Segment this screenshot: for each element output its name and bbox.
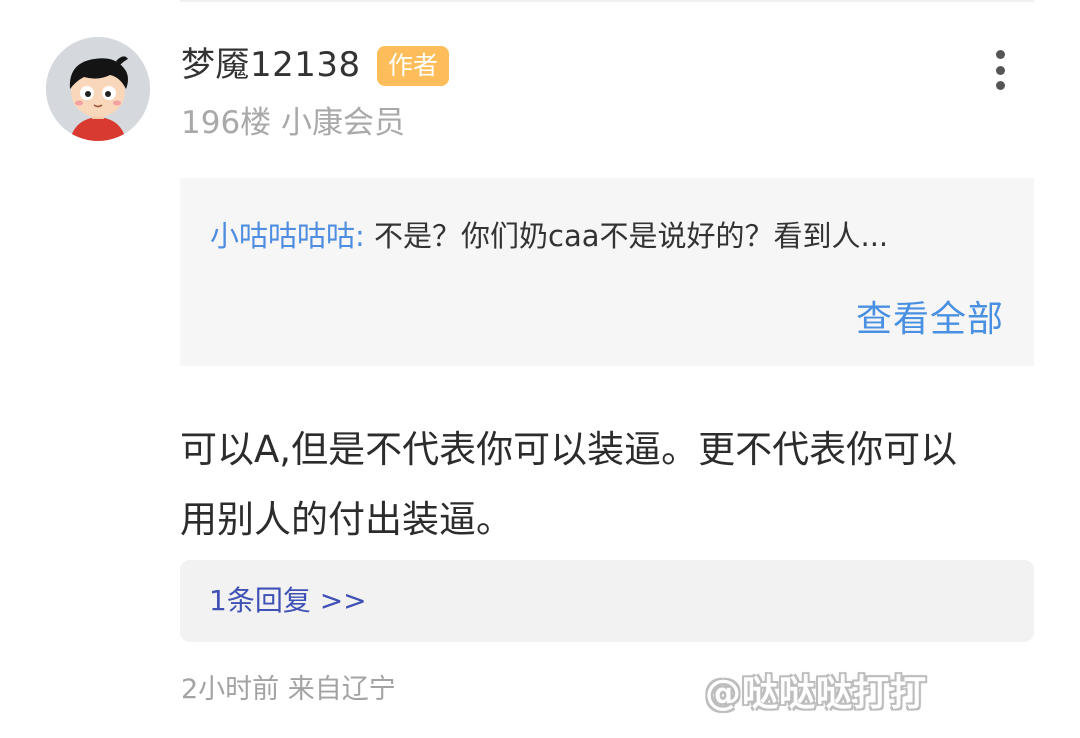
replies-box[interactable]: 1条回复 >> <box>180 560 1034 642</box>
watermark: @哒哒哒打打 <box>705 673 928 714</box>
view-all-link[interactable]: 查看全部 <box>856 295 1004 345</box>
more-options-button[interactable] <box>978 44 1022 96</box>
time-location: 2小时前 来自辽宁 <box>181 674 396 705</box>
top-divider <box>180 0 1034 2</box>
user-avatar[interactable] <box>46 37 150 141</box>
quoted-reply[interactable]: 小咕咕咕咕: 不是？你们奶caa不是说好的？看到人... 查看全部 <box>180 178 1034 366</box>
quoted-reply-line: 小咕咕咕咕: 不是？你们奶caa不是说好的？看到人... <box>210 214 1010 258</box>
replies-link[interactable]: 1条回复 >> <box>209 579 367 623</box>
comment-body-line: 用别人的付出装逼。 <box>180 498 513 541</box>
vertical-ellipsis-icon <box>995 81 1005 90</box>
vertical-ellipsis-icon <box>995 65 1005 75</box>
username[interactable]: 梦魇12138 <box>181 40 361 90</box>
cartoon-boy-avatar-icon <box>46 37 150 141</box>
floor-and-level: 196楼 小康会员 <box>181 105 406 141</box>
comment-body: 可以A,但是不代表你可以装逼。更不代表你可以 用别人的付出装逼。 <box>180 415 1034 555</box>
quoted-text: 不是？你们奶caa不是说好的？看到人... <box>364 219 889 253</box>
comment-body-line: 可以A,但是不代表你可以装逼。更不代表你可以 <box>180 428 958 471</box>
author-badge: 作者 <box>377 46 450 86</box>
quoted-user[interactable]: 小咕咕咕咕: <box>210 219 365 253</box>
vertical-ellipsis-icon <box>995 50 1005 59</box>
